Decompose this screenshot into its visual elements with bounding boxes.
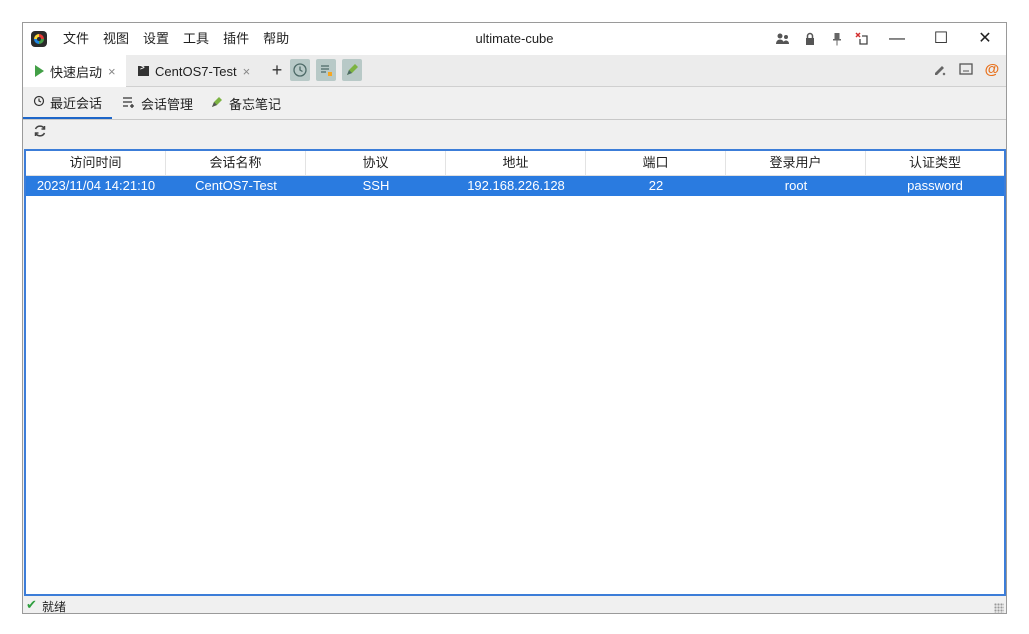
- history-icon: [33, 95, 45, 110]
- menu-help[interactable]: 帮助: [263, 23, 289, 55]
- title-bar: 文件 视图 设置 工具 插件 帮助 ultimate-cube — ☐ ✕: [23, 23, 1006, 55]
- cell-auth-type: password: [907, 178, 963, 193]
- recent-sessions-table: 访问时间 会话名称 协议 地址 端口 登录用户 认证类型 2023/11/04 …: [24, 149, 1006, 596]
- pen-icon[interactable]: [931, 61, 949, 79]
- subtab-session-manage[interactable]: 会话管理: [122, 87, 193, 119]
- sub-tab-bar: 最近会话 会话管理 备忘笔记: [23, 87, 1006, 120]
- table-header: 访问时间 会话名称 协议 地址 端口 登录用户 认证类型: [26, 151, 1004, 176]
- status-bar: ✔ 就绪: [23, 596, 1006, 614]
- history-icon[interactable]: [290, 59, 310, 81]
- app-logo-icon: [31, 31, 47, 47]
- cell-login-user: root: [784, 178, 808, 193]
- tab-quick-start[interactable]: 快速启动 ×: [23, 55, 126, 87]
- column-header-access-time[interactable]: 访问时间: [26, 151, 166, 175]
- subtab-label: 最近会话: [50, 95, 103, 111]
- tab-close-icon[interactable]: ×: [243, 64, 251, 79]
- menu-bar: 文件 视图 设置 工具 插件 帮助: [63, 23, 303, 55]
- add-tab-button[interactable]: +: [268, 61, 286, 81]
- close-button[interactable]: ✕: [963, 23, 1006, 55]
- tab-label: CentOS7-Test: [155, 63, 237, 79]
- restore-window-icon[interactable]: [854, 31, 870, 47]
- status-text: 就绪: [42, 600, 67, 614]
- menu-view[interactable]: 视图: [103, 23, 129, 55]
- terminal-icon: [138, 63, 149, 76]
- users-icon[interactable]: [775, 31, 791, 47]
- resize-grip-icon[interactable]: [994, 603, 1004, 613]
- cell-port: 22: [648, 178, 664, 193]
- pin-icon[interactable]: [829, 31, 845, 47]
- at-icon[interactable]: @: [983, 61, 1001, 79]
- check-icon: ✔: [26, 597, 37, 612]
- cell-session-name: CentOS7-Test: [195, 178, 277, 193]
- play-icon: [35, 65, 44, 77]
- cell-access-time: 2023/11/04 14:21:10: [36, 178, 156, 193]
- note-icon: [210, 95, 224, 112]
- menu-tools[interactable]: 工具: [183, 23, 209, 55]
- cell-protocol: SSH: [362, 178, 390, 193]
- column-header-login-user[interactable]: 登录用户: [726, 151, 866, 175]
- tab-centos7-test[interactable]: CentOS7-Test ×: [126, 55, 256, 87]
- column-header-session-name[interactable]: 会话名称: [166, 151, 306, 175]
- column-header-protocol[interactable]: 协议: [306, 151, 446, 175]
- tab-close-icon[interactable]: ×: [108, 64, 116, 79]
- tab-bar: 快速启动 × CentOS7-Test ×: [23, 55, 1006, 87]
- notes-list-icon[interactable]: [316, 59, 336, 81]
- column-header-port[interactable]: 端口: [586, 151, 726, 175]
- cell-address: 192.168.226.128: [467, 178, 565, 193]
- menu-settings[interactable]: 设置: [143, 23, 169, 55]
- lock-icon[interactable]: [802, 31, 818, 47]
- table-row[interactable]: 2023/11/04 14:21:10 CentOS7-Test SSH 192…: [26, 176, 1004, 196]
- session-manage-icon: [122, 96, 136, 111]
- list-toolbar: [23, 120, 1006, 148]
- tab-label: 快速启动: [50, 64, 103, 80]
- app-window: 文件 视图 设置 工具 插件 帮助 ultimate-cube — ☐ ✕ 快速…: [22, 22, 1007, 614]
- edit-note-icon[interactable]: [342, 59, 362, 81]
- menu-file[interactable]: 文件: [63, 23, 89, 55]
- column-header-address[interactable]: 地址: [446, 151, 586, 175]
- screenshot-icon[interactable]: [957, 61, 975, 79]
- subtab-label: 会话管理: [141, 96, 194, 112]
- menu-plugins[interactable]: 插件: [223, 23, 249, 55]
- minimize-button[interactable]: —: [875, 23, 919, 55]
- maximize-button[interactable]: ☐: [919, 23, 963, 55]
- subtab-memo-notes[interactable]: 备忘笔记: [210, 87, 281, 119]
- column-header-auth-type[interactable]: 认证类型: [866, 151, 1004, 175]
- subtab-recent-sessions[interactable]: 最近会话: [23, 87, 113, 119]
- subtab-label: 备忘笔记: [229, 96, 282, 112]
- refresh-icon[interactable]: [31, 124, 49, 142]
